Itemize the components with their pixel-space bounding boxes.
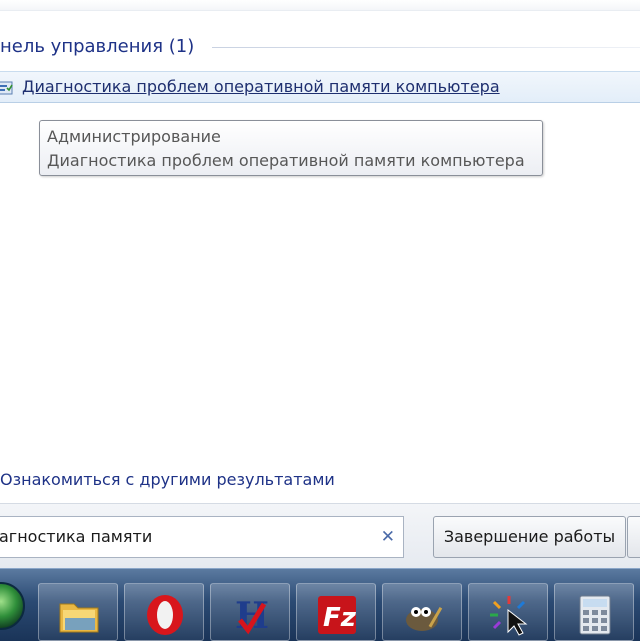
- svg-text:H: H: [235, 595, 269, 637]
- start-menu-bottom-pane: агностика памяти ✕ Завершение работы: [0, 503, 640, 568]
- calculator-icon: [579, 595, 611, 635]
- search-input[interactable]: агностика памяти ✕: [0, 516, 404, 558]
- taskbar-opera-button[interactable]: [124, 583, 204, 641]
- taskbar: H Fz: [0, 568, 640, 641]
- filezilla-icon: Fz: [318, 596, 357, 634]
- start-orb-icon[interactable]: [0, 581, 26, 631]
- taskbar-cursor-app-button[interactable]: [468, 583, 548, 641]
- result-label[interactable]: Диагностика проблем оперативной памяти к…: [22, 77, 500, 97]
- menu-top-strip: [0, 0, 640, 11]
- taskbar-explorer-button[interactable]: [38, 583, 118, 641]
- gimp-icon: [406, 606, 443, 631]
- group-title[interactable]: нель управления (1): [0, 36, 194, 58]
- tooltip-category: Администрирование: [47, 127, 221, 146]
- cursor-app-icon: [490, 596, 528, 636]
- see-more-results-link[interactable]: Ознакомиться с другими результатами: [0, 470, 335, 490]
- start-menu: нель управления (1) Диагностика проблем …: [0, 0, 640, 568]
- result-tooltip: Администрирование Диагностика проблем оп…: [39, 120, 543, 176]
- clear-search-icon[interactable]: ✕: [381, 527, 395, 547]
- search-result-item[interactable]: Диагностика проблем оперативной памяти к…: [0, 71, 640, 103]
- opera-icon: [147, 595, 183, 635]
- taskbar-calculator-button[interactable]: [554, 583, 634, 641]
- result-group-header: нель управления (1): [0, 36, 640, 58]
- taskbar-gimp-button[interactable]: [382, 583, 462, 641]
- tooltip-description: Диагностика проблем оперативной памяти к…: [47, 151, 525, 170]
- search-input-value[interactable]: агностика памяти: [0, 527, 152, 547]
- folder-explorer-icon: [59, 603, 99, 633]
- taskbar-filezilla-button[interactable]: Fz: [296, 583, 376, 641]
- hotspot-shield-icon: H: [235, 595, 269, 637]
- taskbar-hotspot-button[interactable]: H: [210, 583, 290, 641]
- shutdown-options-button[interactable]: [627, 516, 640, 558]
- group-divider: [212, 47, 640, 48]
- shutdown-button[interactable]: Завершение работы: [433, 516, 626, 558]
- svg-text:Fz: Fz: [323, 603, 357, 633]
- memory-diagnostic-icon: [0, 79, 14, 97]
